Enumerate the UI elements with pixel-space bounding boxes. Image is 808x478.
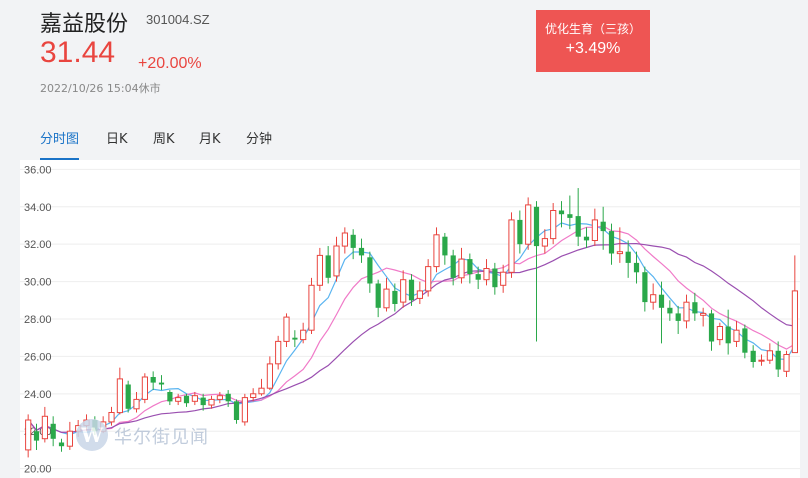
- candle: [241, 393, 249, 426]
- candle: [400, 270, 407, 308]
- candle: [150, 371, 156, 391]
- candle: [525, 197, 532, 250]
- candle: [316, 247, 323, 291]
- sector-name: 优化生育（三孩）: [544, 22, 641, 36]
- candle: [208, 395, 215, 409]
- candle: [266, 356, 274, 391]
- stock-header: 嘉益股份 301004.SZ 31.44 +20.00% 2022/10/26 …: [0, 0, 808, 120]
- tab-weekly-k[interactable]: 周K: [153, 120, 175, 160]
- candle: [550, 203, 557, 245]
- wallstreetcn-logo-icon: W: [76, 419, 108, 451]
- candle: [500, 264, 507, 293]
- tab-monthly-k[interactable]: 月K: [199, 120, 221, 160]
- candle: [750, 345, 756, 368]
- candle: [275, 335, 282, 370]
- candle: [133, 391, 140, 413]
- candle: [125, 380, 131, 413]
- candle: [683, 294, 690, 329]
- y-tick-label: 20.00: [24, 464, 52, 476]
- current-price: 31.44: [40, 36, 116, 69]
- stock-name: 嘉益股份: [40, 12, 129, 37]
- candle: [467, 253, 473, 284]
- tab-intraday[interactable]: 分时图: [40, 120, 80, 160]
- y-tick-label: 36.00: [24, 164, 52, 176]
- y-tick-label: 28.00: [24, 314, 52, 326]
- y-tick-label: 30.00: [24, 277, 52, 289]
- candle: [442, 232, 448, 265]
- chart-panel: 分时图 日K 周K 月K 分钟 36.00 34.00 32.00 30.00 …: [20, 120, 800, 478]
- candle: [25, 414, 32, 458]
- candle: [667, 300, 673, 321]
- moving-average-lines: [27, 222, 796, 436]
- candle: [716, 322, 723, 346]
- candle: [292, 330, 298, 348]
- candle: [50, 416, 56, 447]
- candle: [325, 246, 331, 284]
- candle: [433, 227, 440, 273]
- candle: [392, 283, 398, 312]
- timestamp: 2022/10/26 15:04休市: [40, 82, 161, 95]
- candle: [675, 305, 681, 334]
- candle: [333, 236, 340, 282]
- candle: [575, 188, 581, 247]
- candle: [383, 277, 390, 312]
- y-tick-label: 24.00: [24, 389, 52, 401]
- watermark-text: 华尔街见闻: [114, 427, 209, 448]
- candle: [533, 201, 540, 342]
- candle: [783, 350, 790, 377]
- candle: [116, 367, 124, 415]
- candle: [700, 307, 707, 327]
- candles: [25, 188, 798, 458]
- candle: [167, 390, 173, 406]
- candle: [733, 320, 740, 348]
- ma-line-20: [27, 242, 795, 434]
- sector-badge[interactable]: 优化生育（三孩） +3.49%: [536, 10, 650, 72]
- tab-minute[interactable]: 分钟: [246, 120, 272, 160]
- candle: [791, 255, 798, 354]
- candle: [358, 238, 365, 263]
- candle: [583, 227, 590, 248]
- candle: [283, 313, 290, 348]
- y-tick-label: 26.00: [24, 351, 52, 363]
- ma-line-10: [27, 225, 796, 434]
- candle: [425, 259, 432, 297]
- candle: [58, 438, 65, 452]
- candle: [350, 229, 356, 260]
- candle: [258, 378, 265, 396]
- candle: [183, 393, 190, 407]
- candle: [650, 283, 657, 310]
- sector-change: +3.49%: [565, 40, 621, 57]
- chart-tabs: 分时图 日K 周K 月K 分钟: [20, 120, 800, 160]
- candle: [492, 262, 498, 295]
- candle: [141, 373, 149, 404]
- candle: [591, 208, 598, 247]
- candle: [708, 309, 715, 351]
- candle: [66, 421, 73, 450]
- candle: [375, 279, 381, 318]
- candle: [567, 195, 573, 230]
- candle: [742, 324, 748, 359]
- candle: [233, 399, 240, 424]
- candle: [766, 343, 773, 364]
- candle: [158, 375, 165, 391]
- candle: [41, 406, 48, 443]
- stock-code: 301004.SZ: [146, 12, 210, 27]
- candle: [308, 277, 315, 334]
- candle: [600, 206, 606, 250]
- candle: [517, 210, 523, 254]
- candle: [508, 212, 515, 278]
- tab-daily-k[interactable]: 日K: [106, 120, 128, 160]
- candle: [642, 266, 648, 312]
- candle: [416, 281, 423, 305]
- candle: [458, 247, 465, 284]
- candle: [775, 341, 781, 377]
- candle: [367, 251, 373, 293]
- candle: [692, 292, 698, 321]
- y-tick-label: 34.00: [24, 202, 52, 214]
- change-percent: +20.00%: [138, 55, 202, 72]
- candle: [341, 227, 348, 254]
- y-tick-label: 32.00: [24, 239, 52, 251]
